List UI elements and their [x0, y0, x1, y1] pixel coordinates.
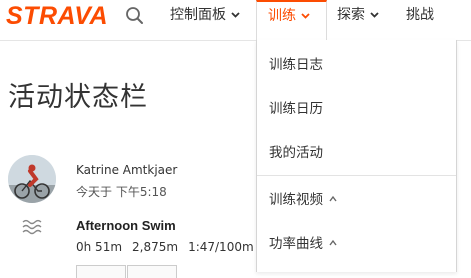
stat-time: 0h 51m — [76, 240, 123, 254]
menu-item-label: 我的活动 — [269, 145, 323, 161]
premium-chevron-icon — [329, 239, 337, 246]
strava-logo[interactable]: STRAVA — [6, 2, 108, 30]
nav-challenges[interactable]: 挑战 — [406, 0, 434, 40]
nav-explore-label: 探索 — [337, 7, 365, 23]
menu-item-label: 功率曲线 — [269, 236, 323, 252]
menu-item-training-calendar[interactable]: 训练日历 — [257, 87, 456, 131]
menu-item-training-log[interactable]: 训练日志 — [257, 43, 456, 87]
stat-distance: 2,875m — [132, 240, 179, 254]
activity-title[interactable]: Afternoon Swim — [76, 218, 176, 233]
nav-dashboard[interactable]: 控制面板 — [170, 0, 240, 40]
menu-item-training-videos[interactable]: 训练视频 — [257, 178, 456, 222]
top-nav: STRAVA 控制面板 训练 探索 挑战 — [0, 0, 471, 41]
chevron-down-icon — [301, 13, 310, 19]
menu-divider — [257, 175, 456, 176]
menu-item-power-curve[interactable]: 功率曲线 — [257, 222, 456, 266]
nav-training-label: 训练 — [268, 8, 296, 24]
nav-training[interactable]: 训练 — [256, 0, 327, 41]
nav-explore[interactable]: 探索 — [337, 0, 379, 40]
athlete-name[interactable]: Katrine Amtkjaer — [76, 163, 177, 177]
premium-chevron-icon — [329, 195, 337, 202]
search-button[interactable] — [122, 3, 148, 29]
menu-item-label: 训练视频 — [269, 192, 323, 208]
avatar[interactable] — [8, 155, 56, 203]
menu-item-label: 训练日志 — [269, 57, 323, 73]
nav-challenges-label: 挑战 — [406, 7, 434, 23]
menu-item-my-activities[interactable]: 我的活动 — [257, 131, 456, 175]
cyclist-photo — [8, 155, 56, 203]
search-icon — [126, 7, 143, 24]
page-title: 活动状态栏 — [8, 82, 148, 113]
chevron-down-icon — [231, 12, 240, 18]
stat-pace: 1:47/100m — [188, 240, 254, 254]
activity-timestamp: 今天于 下午5:18 — [76, 185, 167, 199]
swim-icon — [22, 219, 42, 235]
nav-dashboard-label: 控制面板 — [170, 7, 226, 23]
training-dropdown: 训练日志 训练日历 我的活动 训练视频 功率曲线 — [256, 40, 457, 272]
activity-stats: 0h 51m 2,875m 1:47/100m — [76, 240, 264, 254]
chevron-down-icon — [370, 12, 379, 18]
menu-item-label: 训练日历 — [269, 101, 323, 117]
